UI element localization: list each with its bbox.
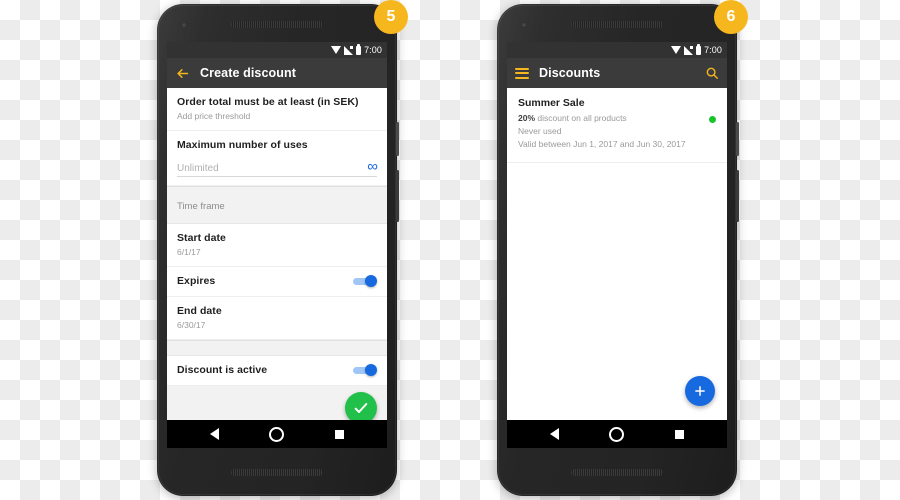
add-discount-fab[interactable] [685, 376, 715, 406]
discounts-list: Summer Sale 20% discount on all products… [507, 88, 727, 420]
expires-toggle[interactable] [353, 275, 377, 288]
form-row-order-total[interactable]: Order total must be at least (in SEK) Ad… [167, 88, 387, 131]
app-bar-title: Discounts [539, 66, 601, 80]
battery-icon [356, 43, 362, 55]
signal-icon [684, 45, 694, 55]
phone-device-discounts-list: 7:00 Discounts Summer Sale 20% discount … [497, 4, 739, 496]
discount-validity: Valid between Jun 1, 2017 and Jun 30, 20… [518, 139, 686, 150]
front-camera-icon [521, 22, 527, 28]
max-uses-label: Maximum number of uses [177, 138, 308, 151]
form-row-discount-active[interactable]: Discount is active [167, 355, 387, 386]
status-bar-clock: 7:00 [704, 44, 722, 55]
bottom-speaker-grille [571, 469, 663, 476]
plus-icon [695, 386, 705, 396]
expires-toggle-knob [365, 275, 377, 288]
check-icon [354, 402, 368, 413]
power-button[interactable] [396, 122, 399, 156]
status-bar-clock: 7:00 [364, 44, 382, 55]
create-discount-form: Order total must be at least (in SEK) Ad… [167, 88, 387, 420]
discount-description-text: discount on all products [535, 112, 627, 123]
app-bar-title: Create discount [200, 66, 296, 80]
end-date-label: End date [177, 304, 222, 317]
discount-percentage: 20% [518, 112, 536, 123]
end-date-value: 6/30/17 [177, 319, 206, 330]
volume-button[interactable] [736, 170, 739, 222]
search-icon[interactable] [705, 66, 719, 80]
step-badge-5: 5 [374, 0, 408, 34]
phone-screen-discounts-list: 7:00 Discounts Summer Sale 20% discount … [507, 42, 727, 448]
start-date-value: 6/1/17 [177, 247, 201, 257]
nav-recents-icon[interactable] [674, 429, 684, 439]
section-divider-band [167, 339, 387, 356]
back-arrow-icon[interactable] [175, 66, 190, 81]
wifi-icon [331, 46, 342, 54]
hamburger-menu-icon[interactable] [515, 67, 529, 79]
phone-screen-create-discount: 7:00 Create discount Order total must be… [167, 42, 387, 448]
android-nav-bar [507, 420, 727, 448]
volume-button[interactable] [396, 170, 399, 222]
status-badge [709, 116, 716, 123]
order-total-hint: Add price threshold [177, 111, 251, 122]
signal-icon [344, 45, 354, 55]
discount-name: Summer Sale [518, 97, 585, 109]
nav-home-icon[interactable] [609, 426, 625, 442]
power-button[interactable] [736, 122, 739, 156]
nav-back-icon[interactable] [550, 428, 560, 440]
discount-active-label: Discount is active [177, 363, 268, 376]
order-total-label: Order total must be at least (in SEK) [177, 96, 359, 108]
battery-icon [696, 43, 702, 55]
save-discount-fab[interactable] [345, 391, 377, 420]
section-header-time-frame: Time frame [167, 185, 387, 224]
discount-active-toggle-knob [365, 364, 377, 377]
earpiece-grille [231, 21, 323, 28]
discount-active-toggle[interactable] [353, 364, 377, 377]
screenshot-stage: 7:00 Create discount Order total must be… [0, 0, 900, 500]
list-item-content: Summer Sale 20% discount on all products… [518, 97, 709, 151]
front-camera-icon [181, 22, 187, 28]
expires-label: Expires [177, 274, 216, 287]
android-nav-bar [167, 420, 387, 448]
discount-usage: Never used [518, 125, 562, 136]
form-row-start-date[interactable]: Start date 6/1/17 [167, 223, 387, 267]
nav-recents-icon[interactable] [334, 429, 344, 439]
list-item[interactable]: Summer Sale 20% discount on all products… [507, 88, 727, 163]
earpiece-grille [571, 21, 663, 28]
nav-back-icon[interactable] [210, 428, 220, 440]
form-row-max-uses: Maximum number of uses Unlimited ∞ [167, 130, 387, 186]
start-date-label: Start date [177, 231, 226, 244]
phone-device-create-discount: 7:00 Create discount Order total must be… [157, 4, 399, 496]
form-row-end-date[interactable]: End date 6/30/17 [167, 296, 387, 340]
form-footer [167, 385, 387, 420]
max-uses-input-placeholder[interactable]: Unlimited [177, 163, 219, 174]
app-bar-discounts: Discounts [507, 58, 727, 88]
time-frame-label: Time frame [177, 200, 225, 212]
form-row-expires[interactable]: Expires [167, 266, 387, 297]
status-bar: 7:00 [507, 42, 727, 58]
step-badge-6: 6 [714, 0, 748, 34]
infinity-icon[interactable]: ∞ [367, 159, 378, 174]
max-uses-field[interactable]: Unlimited ∞ [177, 159, 378, 177]
discount-description: 20% discount on all products [518, 112, 709, 124]
status-bar: 7:00 [167, 42, 387, 58]
bottom-speaker-grille [231, 469, 323, 476]
nav-home-icon[interactable] [269, 426, 285, 442]
wifi-icon [671, 46, 682, 54]
app-bar-create-discount: Create discount [167, 58, 387, 88]
